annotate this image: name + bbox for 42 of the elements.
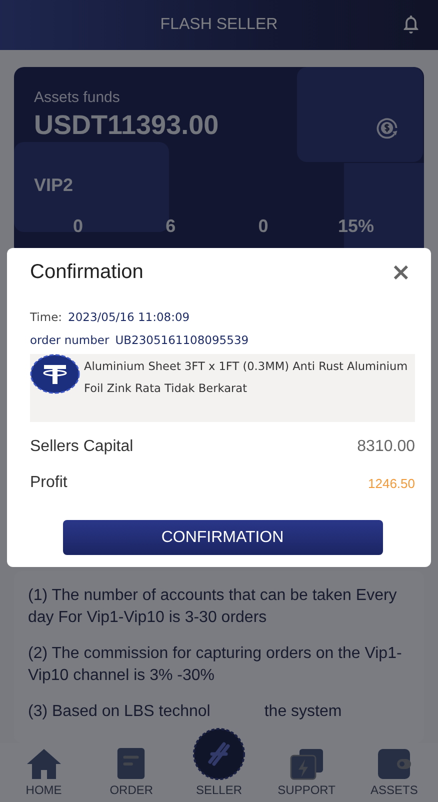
assets-amount: USDT11393.00 (34, 110, 219, 141)
assets-label: Assets funds (34, 89, 121, 106)
tether-logo-icon (30, 354, 80, 394)
rule-text: (1) The number of accounts that can be taken Every day For Vip1-Vip10 is 3-30 orders (28, 586, 398, 628)
rule-text: (2) The commission for capturing orders on the Vip1-Vip10 channel is 3% -30% (28, 644, 403, 686)
product-name: Aluminium Sheet 3FT x 1FT (0.3MM) Anti Rust Aluminium Foil Zink Rata Tidak Berkarat (84, 359, 409, 397)
nav-item[interactable]: ORDER (91, 747, 172, 797)
time-label: Time: (30, 310, 62, 324)
nav-item[interactable]: SELLER (178, 728, 259, 797)
nav-label: ORDER (110, 783, 154, 797)
wallet-icon (377, 748, 412, 780)
stat-value: 0 (72, 216, 83, 237)
vip-level: VIP2 (34, 175, 74, 196)
nav-item[interactable]: HOME (4, 748, 84, 797)
rule-text: the system (264, 702, 342, 722)
stat-value: 15% (338, 216, 374, 237)
close-button[interactable]: × (386, 260, 415, 284)
home-icon (26, 748, 62, 780)
app-title: FLASH SELLER (160, 16, 278, 34)
nav-label: HOME (26, 783, 62, 797)
stat-value: 0 (258, 216, 268, 237)
order-number-label: order number (30, 333, 110, 347)
lightning-cards-icon (290, 748, 324, 780)
seller-logo-icon (192, 728, 245, 780)
nav-label: ASSETS (370, 783, 418, 797)
order-number: UB2305161108095539 (115, 333, 249, 347)
dollar-refresh-icon[interactable] (374, 115, 400, 141)
nav-item[interactable]: ASSETS (354, 748, 434, 797)
nav-item[interactable]: SUPPORT (266, 748, 347, 797)
nav-label: SUPPORT (278, 783, 336, 797)
row-label: Profit (30, 474, 68, 492)
row-label: Sellers Capital (30, 438, 134, 456)
rule-text: (3) Based on LBS technol (28, 702, 210, 722)
document-icon (116, 747, 146, 780)
nav-label: SELLER (196, 783, 242, 797)
stat-value: 6 (166, 216, 176, 237)
dialog-title: Confirmation (30, 260, 144, 284)
row-value: 8310.00 (357, 438, 415, 456)
row-value: 1246.50 (368, 476, 415, 490)
bell-icon[interactable] (402, 14, 420, 34)
time-value: 2023/05/16 11:08:09 (68, 310, 190, 324)
confirmation-button[interactable]: CONFIRMATION (62, 520, 382, 555)
